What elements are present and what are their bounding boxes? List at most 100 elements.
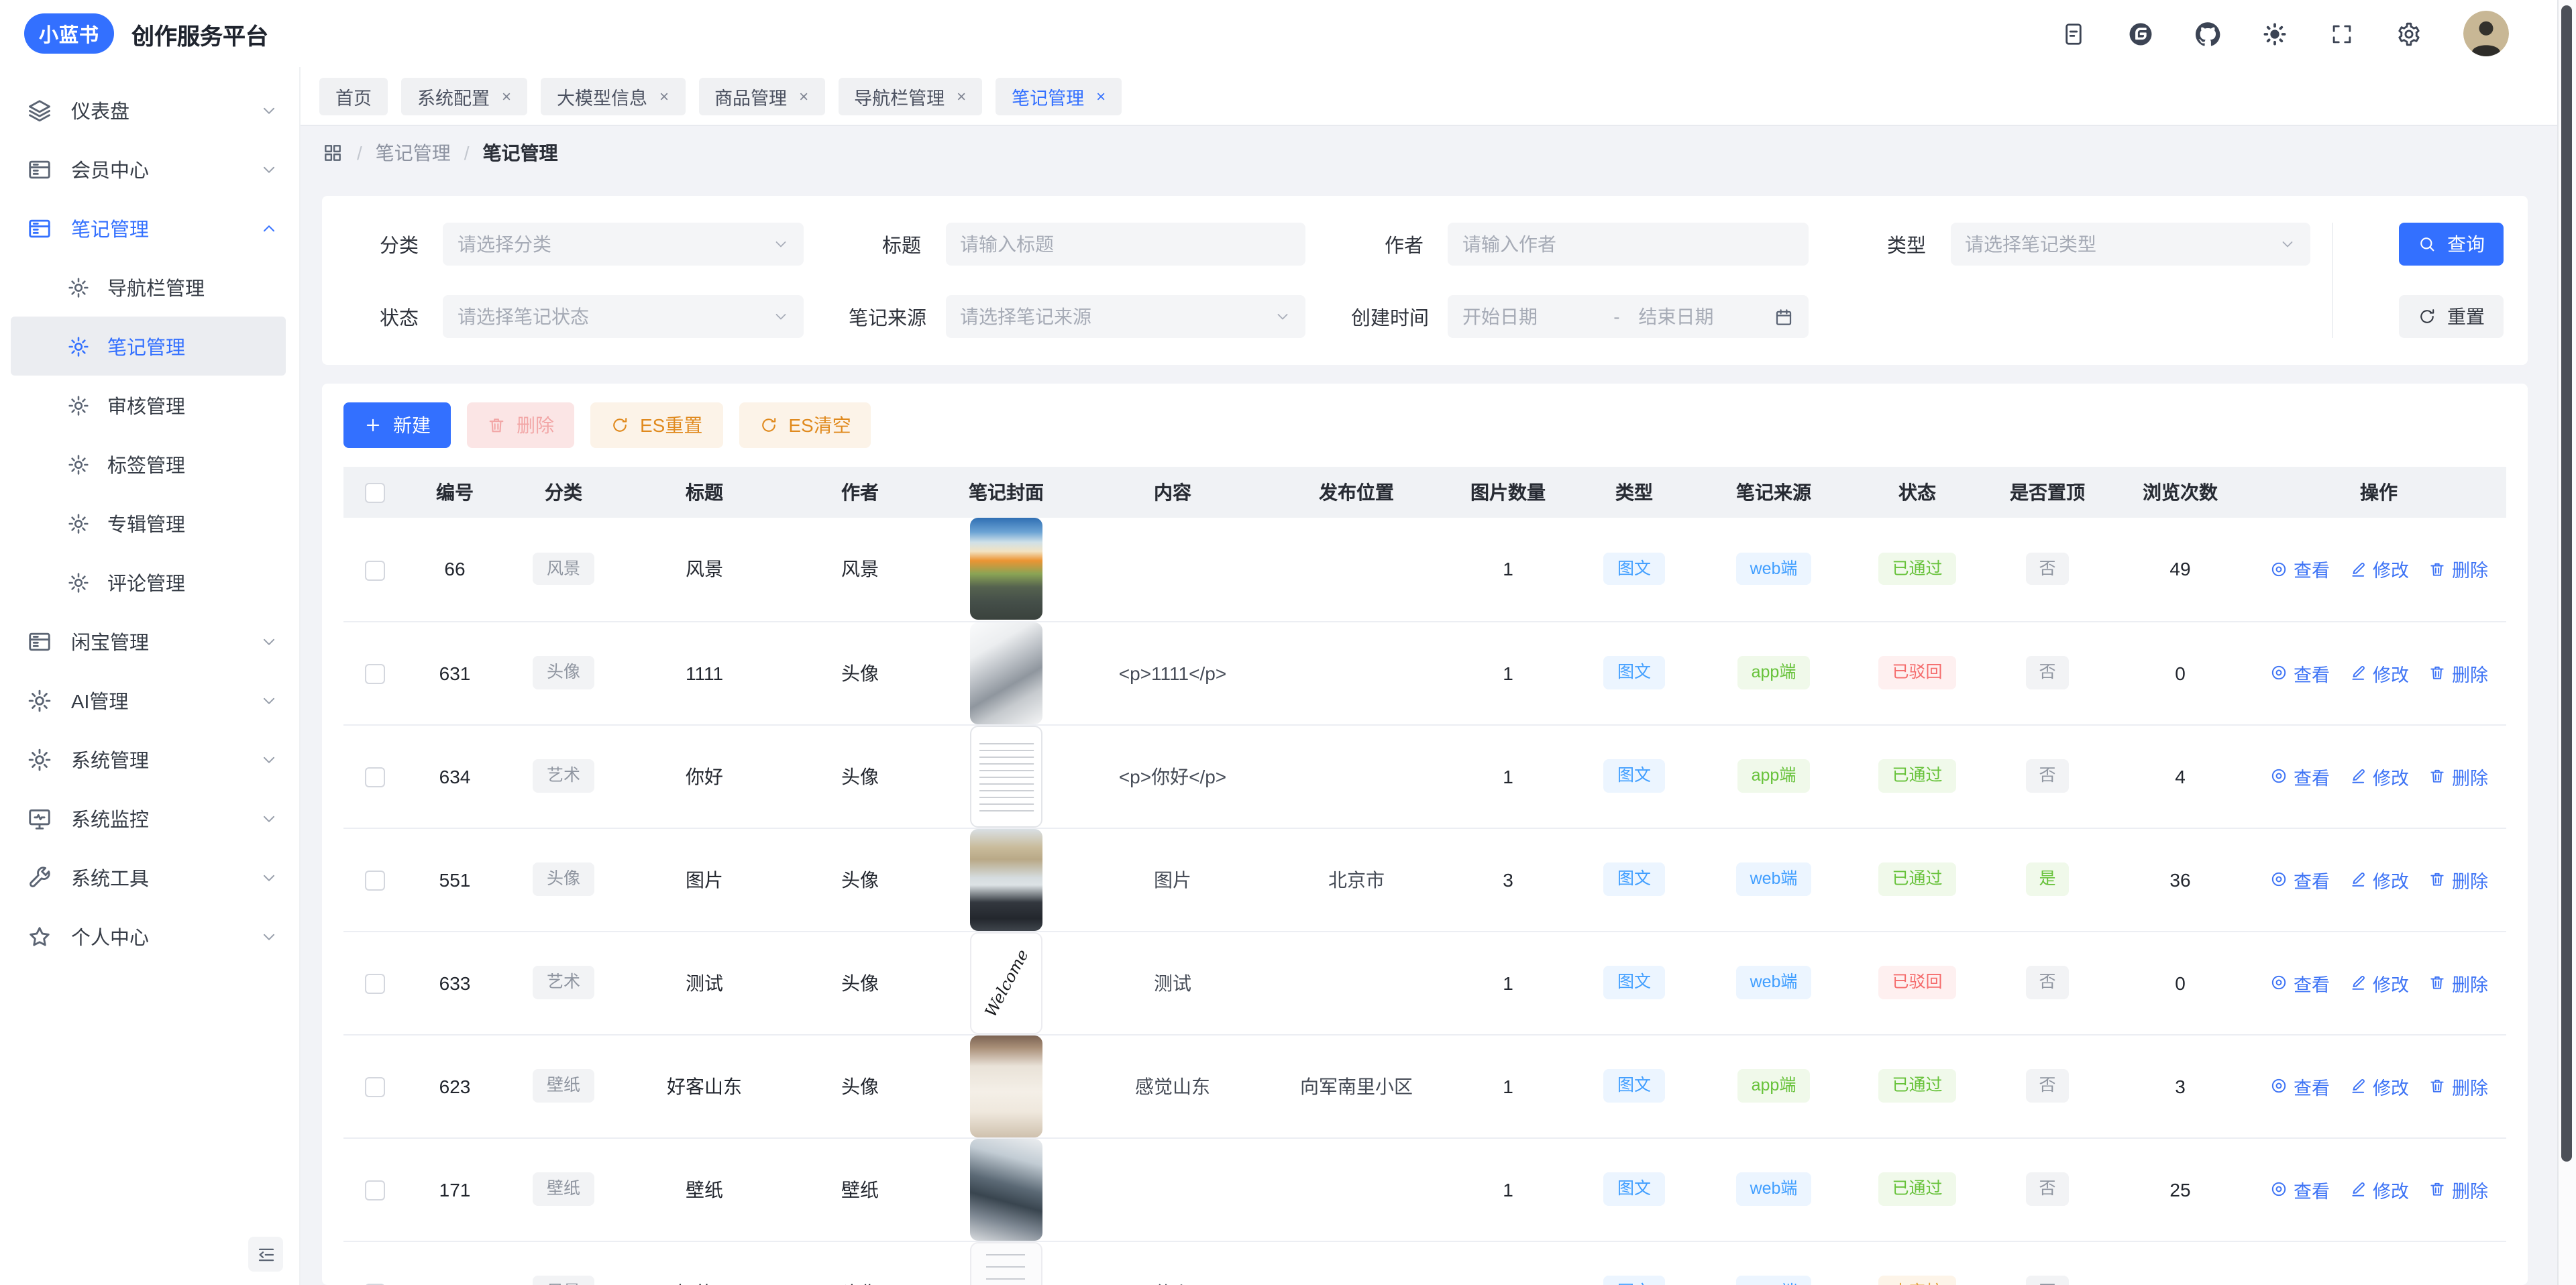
row-action-view[interactable]: 查看 bbox=[2269, 763, 2330, 789]
note-cover-image[interactable] bbox=[970, 1241, 1042, 1285]
row-action-edit[interactable]: 修改 bbox=[2349, 763, 2409, 789]
row-checkbox[interactable] bbox=[364, 974, 384, 994]
row-action-view[interactable]: 查看 bbox=[2269, 1279, 2330, 1285]
row-action-edit[interactable]: 修改 bbox=[2349, 556, 2409, 583]
row-action-delete[interactable]: 删除 bbox=[2428, 659, 2488, 686]
note-cover-image[interactable] bbox=[970, 518, 1042, 620]
header-action-document[interactable] bbox=[2061, 21, 2086, 46]
sidebar-subitem-album-management[interactable]: 专辑管理 bbox=[11, 494, 286, 553]
row-action-delete[interactable]: 删除 bbox=[2428, 556, 2488, 583]
row-checkbox[interactable] bbox=[364, 767, 384, 787]
header-action-theme-toggle[interactable] bbox=[2262, 21, 2288, 46]
row-action-edit[interactable]: 修改 bbox=[2349, 659, 2409, 686]
filter-input-author[interactable]: 请输入作者 bbox=[1448, 223, 1808, 266]
select-all-checkbox[interactable] bbox=[364, 484, 384, 504]
tab-home[interactable]: 首页 bbox=[319, 77, 388, 115]
tab-navbar-management[interactable]: 导航栏管理 × bbox=[838, 77, 982, 115]
gear-icon bbox=[67, 512, 90, 535]
sidebar-subitem-audit-management[interactable]: 审核管理 bbox=[11, 376, 286, 435]
row-action-delete[interactable]: 删除 bbox=[2428, 1176, 2488, 1203]
note-cover-image[interactable] bbox=[970, 828, 1042, 930]
row-action-delete[interactable]: 删除 bbox=[2428, 866, 2488, 893]
note-cover-image[interactable] bbox=[970, 622, 1042, 724]
row-action-delete[interactable]: 删除 bbox=[2428, 1072, 2488, 1099]
scrollbar-thumb[interactable] bbox=[2561, 5, 2572, 1162]
sidebar-item-dashboard[interactable]: 仪表盘 bbox=[0, 80, 299, 139]
toolbar-new-button[interactable]: 新建 bbox=[343, 402, 451, 448]
row-action-view[interactable]: 查看 bbox=[2269, 1176, 2330, 1203]
table-row: 171壁纸壁纸壁纸1图文web端已通过否25查看修改删除 bbox=[343, 1137, 2506, 1241]
header-action-fullscreen[interactable] bbox=[2329, 21, 2355, 46]
sidebar-subitem-comment-management[interactable]: 评论管理 bbox=[11, 553, 286, 612]
filter-select-source[interactable]: 请选择笔记来源 bbox=[945, 295, 1305, 338]
filter-select-category[interactable]: 请选择分类 bbox=[443, 223, 803, 266]
status-badge: 已通过 bbox=[1878, 1070, 1955, 1103]
sidebar-item-label: 闲宝管理 bbox=[71, 627, 260, 655]
filter-daterange-create-time[interactable]: 开始日期-结束日期 bbox=[1448, 295, 1808, 338]
breadcrumb-item[interactable]: 笔记管理 bbox=[376, 139, 451, 166]
sidebar-item-system-management[interactable]: 系统管理 bbox=[0, 730, 299, 789]
row-action-edit[interactable]: 修改 bbox=[2349, 1072, 2409, 1099]
tab-system-config[interactable]: 系统配置× bbox=[401, 77, 527, 115]
sidebar-item-profile-center[interactable]: 个人中心 bbox=[0, 907, 299, 966]
sidebar-subitem-note-management[interactable]: 笔记管理 bbox=[11, 317, 286, 376]
row-action-delete[interactable]: 删除 bbox=[2428, 763, 2488, 789]
header-action-github[interactable] bbox=[2195, 21, 2220, 46]
tab-goods-management[interactable]: 商品管理× bbox=[698, 77, 824, 115]
type-tag: 图文 bbox=[1604, 1276, 1664, 1285]
row-action-view[interactable]: 查看 bbox=[2269, 969, 2330, 996]
header-action-gitee[interactable] bbox=[2128, 21, 2153, 46]
sidebar-item-system-monitor[interactable]: 系统监控 bbox=[0, 789, 299, 848]
row-action-view[interactable]: 查看 bbox=[2269, 556, 2330, 583]
row-action-view[interactable]: 查看 bbox=[2269, 659, 2330, 686]
toolbar-es-reset-button[interactable]: ES重置 bbox=[590, 402, 722, 448]
note-cover-image[interactable] bbox=[970, 1035, 1042, 1137]
row-checkbox[interactable] bbox=[364, 560, 384, 580]
filter-input-title[interactable]: 请输入标题 bbox=[945, 223, 1305, 266]
app-title: 创作服务平台 bbox=[131, 17, 268, 50]
tab-llm-info[interactable]: 大模型信息× bbox=[541, 77, 685, 115]
tab-close-icon[interactable]: × bbox=[502, 88, 511, 104]
row-action-delete[interactable]: 删除 bbox=[2428, 969, 2488, 996]
row-action-delete[interactable]: 删除 bbox=[2428, 1279, 2488, 1285]
sidebar-collapse-button[interactable] bbox=[248, 1237, 283, 1272]
tab-note-management[interactable]: 笔记管理× bbox=[996, 77, 1122, 115]
row-action-edit[interactable]: 修改 bbox=[2349, 1279, 2409, 1285]
search-button[interactable]: 查询 bbox=[2399, 223, 2504, 266]
user-avatar[interactable] bbox=[2463, 11, 2509, 56]
sidebar-subitem-tag-management[interactable]: 标签管理 bbox=[11, 435, 286, 494]
row-checkbox[interactable] bbox=[364, 871, 384, 891]
row-action-edit[interactable]: 修改 bbox=[2349, 1176, 2409, 1203]
toolbar-es-clear-button[interactable]: ES清空 bbox=[739, 402, 871, 448]
sidebar-item-system-tools[interactable]: 系统工具 bbox=[0, 848, 299, 907]
note-cover-image[interactable] bbox=[970, 725, 1042, 827]
cell-content bbox=[1079, 1137, 1267, 1241]
status-badge: 已驳回 bbox=[1878, 657, 1955, 689]
row-action-view[interactable]: 查看 bbox=[2269, 1072, 2330, 1099]
chevron-down-icon bbox=[260, 160, 278, 178]
note-cover-image[interactable] bbox=[970, 1138, 1042, 1240]
sidebar-item-note-management[interactable]: 笔记管理 bbox=[0, 199, 299, 258]
tab-close-icon[interactable]: × bbox=[957, 88, 966, 104]
page-scrollbar[interactable] bbox=[2557, 0, 2576, 1285]
reset-button[interactable]: 重置 bbox=[2399, 295, 2504, 338]
row-checkbox[interactable] bbox=[364, 664, 384, 684]
tab-label: 导航栏管理 bbox=[854, 82, 945, 109]
row-action-edit[interactable]: 修改 bbox=[2349, 866, 2409, 893]
sidebar-item-ai-management[interactable]: AI管理 bbox=[0, 671, 299, 730]
tab-close-icon[interactable]: × bbox=[1096, 88, 1106, 104]
tab-close-icon[interactable]: × bbox=[659, 88, 669, 104]
note-cover-image[interactable]: Welcome bbox=[970, 932, 1042, 1033]
chevron-up-icon bbox=[260, 219, 278, 237]
row-action-edit[interactable]: 修改 bbox=[2349, 969, 2409, 996]
sidebar-item-member-center[interactable]: 会员中心 bbox=[0, 139, 299, 199]
row-checkbox[interactable] bbox=[364, 1180, 384, 1200]
filter-select-status[interactable]: 请选择笔记状态 bbox=[443, 295, 803, 338]
row-checkbox[interactable] bbox=[364, 1077, 384, 1097]
sidebar-subitem-navbar-management[interactable]: 导航栏管理 bbox=[11, 258, 286, 317]
row-action-view[interactable]: 查看 bbox=[2269, 866, 2330, 893]
header-action-settings[interactable] bbox=[2396, 21, 2422, 46]
sidebar-item-xianbao-management[interactable]: 闲宝管理 bbox=[0, 612, 299, 671]
filter-select-type[interactable]: 请选择笔记类型 bbox=[1950, 223, 2310, 266]
tab-close-icon[interactable]: × bbox=[799, 88, 808, 104]
